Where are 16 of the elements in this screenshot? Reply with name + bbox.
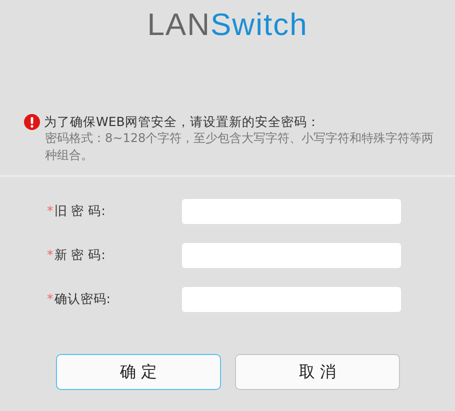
required-marker: *	[47, 203, 54, 218]
notice-detail: 密码格式：8~128个字符，至少包含大写字符、小写字符和特殊字符等两种组合。	[44, 130, 435, 164]
field-label: 旧 密 码:	[54, 203, 106, 218]
password-field[interactable]	[182, 199, 401, 224]
field-label: 新 密 码:	[54, 247, 106, 262]
logo-text: LAN	[147, 7, 210, 42]
password-field[interactable]	[182, 243, 401, 268]
warning-icon	[24, 114, 40, 130]
confirm-button[interactable]: 确 定	[56, 354, 221, 390]
cancel-button[interactable]: 取 消	[235, 354, 400, 390]
field-label: 确认密码:	[54, 291, 110, 306]
required-marker: *	[47, 291, 54, 306]
password-field[interactable]	[182, 287, 401, 312]
required-marker: *	[47, 247, 54, 262]
notice-title: 为了确保WEB网管安全，请设置新的安全密码：	[44, 113, 320, 130]
logo-text: Switch	[210, 7, 308, 42]
